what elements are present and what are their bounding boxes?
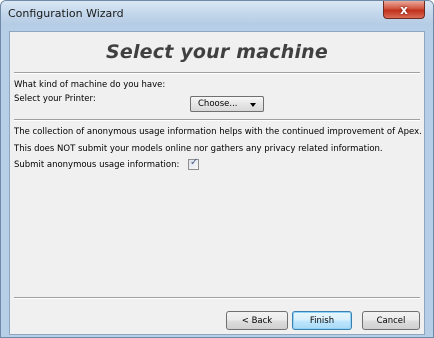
- machine-question-label: What kind of machine do you have:: [14, 80, 166, 90]
- usage-info-text-2: This does NOT submit your models online …: [14, 144, 383, 154]
- submit-usage-checkbox[interactable]: ✓: [188, 157, 199, 170]
- heading-divider: [14, 72, 420, 74]
- section-divider: [14, 119, 420, 121]
- printer-select-value: Choose...: [198, 99, 238, 109]
- cancel-button[interactable]: Cancel: [362, 311, 420, 330]
- close-button[interactable]: x: [383, 1, 425, 19]
- close-icon: x: [400, 2, 408, 17]
- back-button[interactable]: < Back: [226, 311, 288, 330]
- printer-label: Select your Printer:: [14, 94, 96, 104]
- footer-divider: [14, 297, 420, 299]
- page-heading: Select your machine: [105, 41, 328, 63]
- submit-usage-label: Submit anonymous usage information:: [14, 160, 180, 170]
- title-bar[interactable]: Configuration Wizard x: [1, 1, 433, 25]
- usage-info-text-1: The collection of anonymous usage inform…: [14, 127, 422, 137]
- configuration-wizard-window: Configuration Wizard x Select your machi…: [0, 0, 434, 338]
- checkmark-icon: ✓: [190, 157, 199, 168]
- printer-select[interactable]: Choose...: [190, 96, 264, 112]
- wizard-page: Select your machine What kind of machine…: [9, 31, 425, 335]
- chevron-down-icon: [250, 103, 256, 107]
- window-title: Configuration Wizard: [8, 7, 124, 20]
- finish-button[interactable]: Finish: [292, 311, 352, 330]
